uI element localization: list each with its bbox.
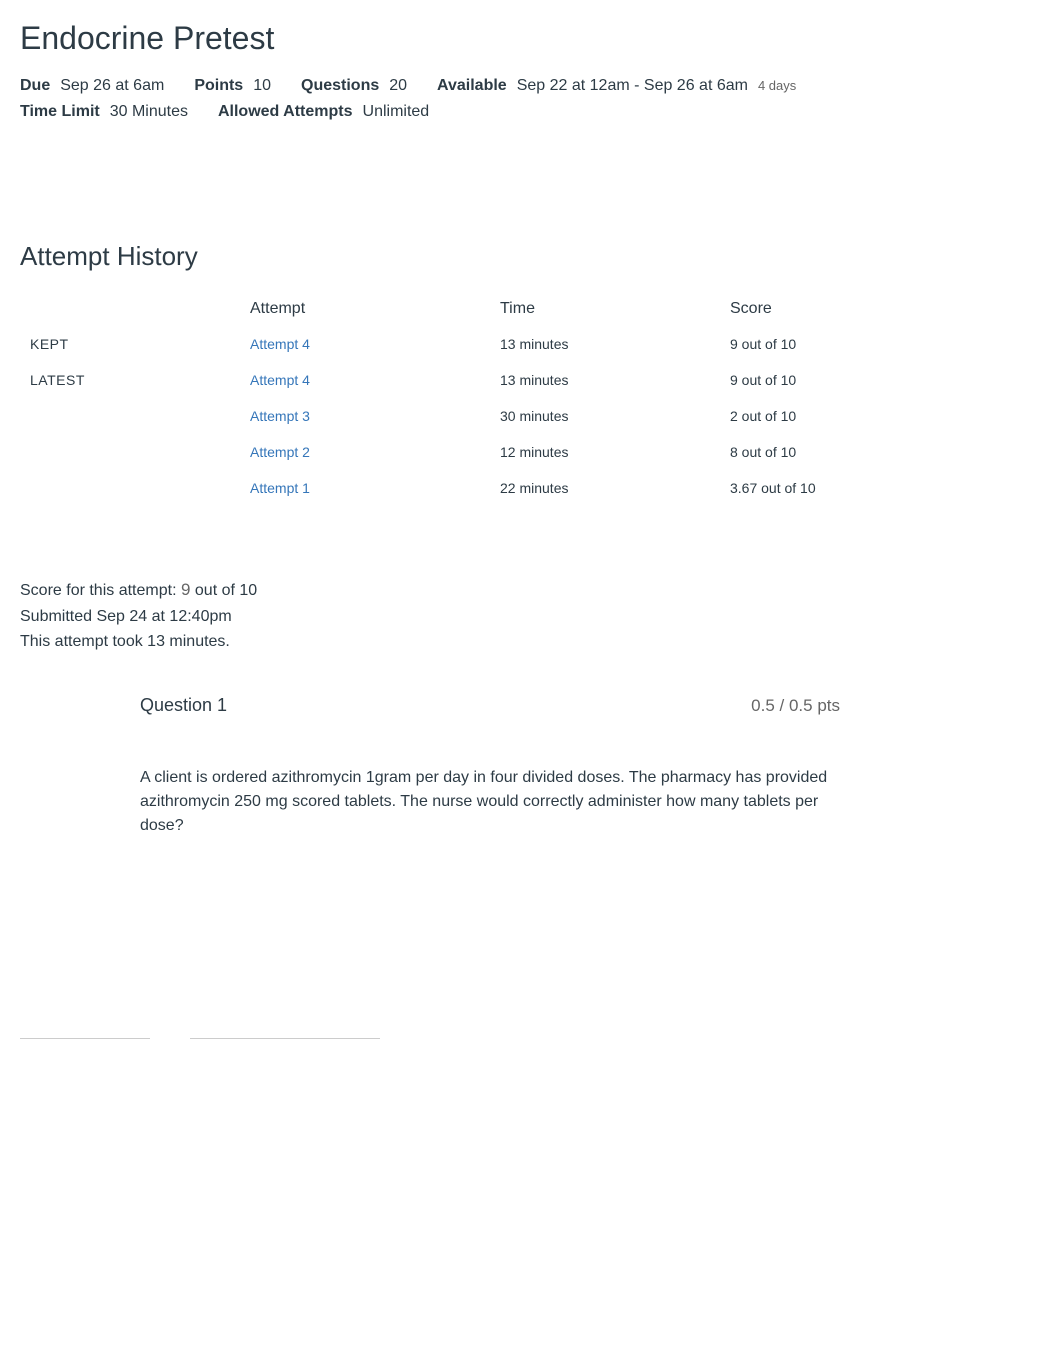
score-line: Score for this attempt: 9 out of 10 (20, 576, 1042, 604)
row-score: 3.67 out of 10 (720, 470, 850, 506)
col-time: Time (490, 292, 720, 326)
row-score: 8 out of 10 (720, 434, 850, 470)
available-group: Available Sep 22 at 12am - Sep 26 at 6am… (437, 77, 796, 95)
table-row: Attempt 1 22 minutes3.67 out of 10 (20, 470, 850, 506)
score-value: 9 (181, 580, 190, 599)
row-attempt: Attempt 4 (240, 362, 490, 398)
col-score: Score (720, 292, 850, 326)
score-summary: Score for this attempt: 9 out of 10 Subm… (20, 576, 1042, 655)
attempt-link[interactable]: Attempt 2 (250, 444, 310, 460)
submitted-line: Submitted Sep 24 at 12:40pm (20, 604, 1042, 630)
points-group: Points 10 (194, 77, 271, 95)
row-tag (20, 470, 240, 506)
col-attempt: Attempt (240, 292, 490, 326)
allowed-group: Allowed Attempts Unlimited (218, 103, 429, 121)
attempt-link[interactable]: Attempt 4 (250, 372, 310, 388)
timelimit-group: Time Limit 30 Minutes (20, 103, 188, 121)
row-tag (20, 398, 240, 434)
row-score: 9 out of 10 (720, 326, 850, 362)
row-attempt: Attempt 1 (240, 470, 490, 506)
allowed-label: Allowed Attempts (218, 103, 353, 121)
allowed-value: Unlimited (363, 103, 430, 121)
table-row: LATEST Attempt 4 13 minutes9 out of 10 (20, 362, 850, 398)
available-duration: 4 days (758, 78, 796, 93)
footer-rules (20, 1038, 1042, 1039)
row-time: 22 minutes (490, 470, 720, 506)
available-label: Available (437, 77, 507, 95)
question-text: A client is ordered azithromycin 1gram p… (140, 766, 840, 838)
row-score: 2 out of 10 (720, 398, 850, 434)
row-attempt: Attempt 4 (240, 326, 490, 362)
meta-row-2: Time Limit 30 Minutes Allowed Attempts U… (20, 103, 1042, 121)
due-group: Due Sep 26 at 6am (20, 77, 164, 95)
attempt-link[interactable]: Attempt 1 (250, 480, 310, 496)
page-title: Endocrine Pretest (20, 20, 1042, 57)
table-row: Attempt 3 30 minutes2 out of 10 (20, 398, 850, 434)
row-time: 12 minutes (490, 434, 720, 470)
attempt-history-heading: Attempt History (20, 241, 1042, 272)
points-label: Points (194, 77, 243, 95)
table-row: Attempt 2 12 minutes8 out of 10 (20, 434, 850, 470)
attempt-link[interactable]: Attempt 3 (250, 408, 310, 424)
questions-group: Questions 20 (301, 77, 407, 95)
rule-1 (20, 1038, 150, 1039)
row-attempt: Attempt 3 (240, 398, 490, 434)
row-score: 9 out of 10 (720, 362, 850, 398)
timelimit-value: 30 Minutes (110, 103, 188, 121)
question-block: Question 1 0.5 / 0.5 pts A client is ord… (140, 695, 840, 838)
meta-row-1: Due Sep 26 at 6am Points 10 Questions 20… (20, 77, 1042, 95)
due-label: Due (20, 77, 50, 95)
row-time: 13 minutes (490, 326, 720, 362)
available-value: Sep 22 at 12am - Sep 26 at 6am (517, 77, 748, 95)
col-label (20, 292, 240, 326)
row-time: 13 minutes (490, 362, 720, 398)
row-tag: LATEST (20, 362, 240, 398)
row-tag (20, 434, 240, 470)
points-value: 10 (253, 77, 271, 95)
questions-value: 20 (389, 77, 407, 95)
question-label: Question 1 (140, 695, 227, 716)
row-attempt: Attempt 2 (240, 434, 490, 470)
questions-label: Questions (301, 77, 379, 95)
question-points: 0.5 / 0.5 pts (751, 696, 840, 716)
due-value: Sep 26 at 6am (60, 77, 164, 95)
score-suffix: out of 10 (195, 582, 257, 599)
attempt-link[interactable]: Attempt 4 (250, 336, 310, 352)
row-time: 30 minutes (490, 398, 720, 434)
duration-line: This attempt took 13 minutes. (20, 629, 1042, 655)
score-label: Score for this attempt: (20, 582, 177, 599)
attempt-history-table: Attempt Time Score KEPT Attempt 4 13 minut… (20, 292, 850, 506)
row-tag: KEPT (20, 326, 240, 362)
table-row: KEPT Attempt 4 13 minutes9 out of 10 (20, 326, 850, 362)
timelimit-label: Time Limit (20, 103, 100, 121)
question-header: Question 1 0.5 / 0.5 pts (140, 695, 840, 716)
rule-2 (190, 1038, 380, 1039)
